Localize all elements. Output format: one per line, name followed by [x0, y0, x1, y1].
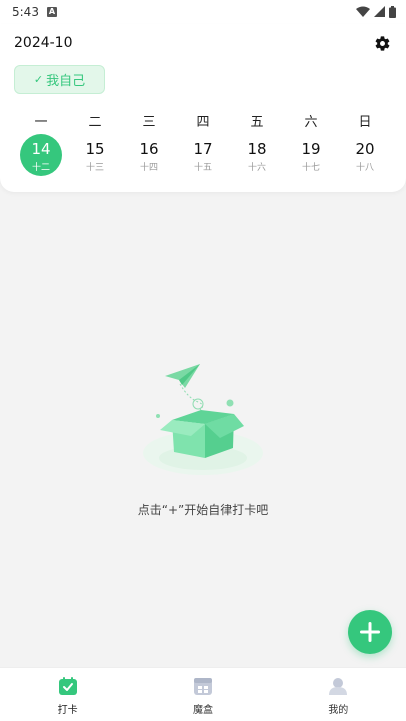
plus-icon [360, 622, 380, 642]
weekday-label: 二 [88, 115, 102, 130]
bottom-nav: 打卡 魔盒 我的 [0, 667, 406, 721]
weekday-header: 一 二 三 四 五 六 日 [14, 111, 392, 130]
date-number: 17 [193, 140, 213, 158]
week-dates: 14 十二 15 十三 16 十四 17 十五 18 十六 19 十七 20 十… [14, 134, 392, 176]
empty-state-message: 点击“+”开始自律打卡吧 [137, 503, 269, 517]
calendar-card: 2024-10 ✓ 我自己 一 二 三 四 五 六 日 14 十二 15 十三 … [0, 24, 406, 192]
weekday-label: 三 [142, 115, 156, 130]
date-number: 19 [301, 140, 321, 158]
nav-label: 魔盒 [192, 705, 213, 716]
date-number: 16 [139, 140, 159, 158]
settings-button[interactable] [372, 33, 392, 53]
nav-item-checkin[interactable]: 打卡 [0, 668, 135, 721]
lunar-date: 十四 [139, 163, 158, 173]
nav-item-profile[interactable]: 我的 [271, 668, 406, 721]
lunar-date: 十七 [301, 163, 320, 173]
nav-label: 我的 [328, 705, 349, 716]
nav-item-magic-box[interactable]: 魔盒 [135, 668, 270, 721]
date-number: 15 [85, 140, 105, 158]
lunar-date: 十五 [193, 163, 212, 173]
nav-label: 打卡 [57, 705, 78, 716]
weekday-label: 一 [34, 115, 48, 130]
battery-icon [389, 6, 396, 18]
date-number: 20 [355, 140, 375, 158]
profile-icon [329, 678, 348, 695]
month-label[interactable]: 2024-10 [14, 35, 73, 51]
date-cell[interactable]: 18 十六 [230, 134, 284, 176]
date-number: 14 [31, 140, 51, 158]
weekday-label: 六 [304, 115, 318, 130]
date-number: 18 [247, 140, 267, 158]
date-cell[interactable]: 20 十八 [338, 134, 392, 176]
notification-icon: A [46, 7, 57, 17]
status-bar: 5:43 A [0, 0, 406, 24]
profile-chip[interactable]: ✓ 我自己 [14, 65, 105, 94]
date-cell[interactable]: 17 十五 [176, 134, 230, 176]
status-time: 5:43 [12, 5, 39, 19]
date-cell[interactable]: 15 十三 [68, 134, 122, 176]
weekday-label: 四 [196, 115, 210, 130]
lunar-date: 十三 [85, 163, 104, 173]
profile-chip-label: 我自己 [46, 74, 86, 89]
empty-box-illustration [143, 364, 263, 475]
lunar-date: 十八 [355, 163, 374, 173]
add-habit-button[interactable] [348, 610, 392, 654]
date-cell-selected[interactable]: 14 十二 [14, 134, 68, 176]
weekday-label: 五 [250, 115, 264, 130]
checkin-icon [58, 677, 77, 695]
check-icon: ✓ [33, 73, 44, 86]
signal-icon [374, 6, 385, 17]
date-cell[interactable]: 16 十四 [122, 134, 176, 176]
lunar-date: 十六 [247, 163, 266, 173]
wifi-icon [356, 6, 370, 17]
date-cell[interactable]: 19 十七 [284, 134, 338, 176]
gear-icon [375, 35, 389, 51]
weekday-label: 日 [358, 115, 372, 130]
grid-box-icon [193, 678, 212, 695]
lunar-date: 十二 [31, 163, 50, 173]
